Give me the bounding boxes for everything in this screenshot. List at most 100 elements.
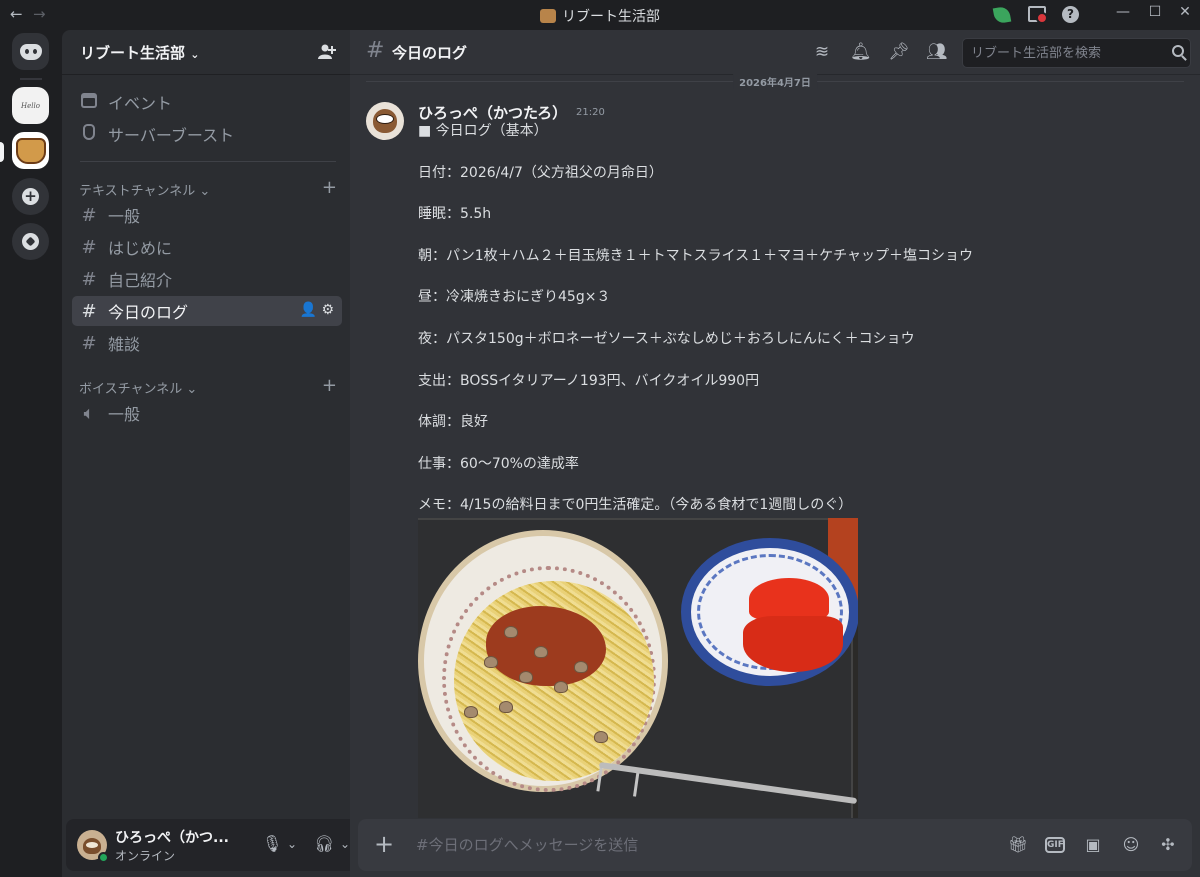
voice-channel-category[interactable]: ボイスチャンネル ⌄ +: [79, 375, 337, 397]
sidebar-divider: [80, 161, 336, 162]
message-line: 体調：良好: [418, 414, 488, 431]
tomato-bowl: [681, 538, 858, 686]
online-status-dot: [98, 852, 109, 863]
search-box[interactable]: [962, 38, 1191, 68]
channel-title: 今日のログ: [392, 44, 468, 62]
invite-user-icon[interactable]: [318, 43, 336, 61]
channel-sidebar: リブート生活部 ⌄ イベント サーバーブースト テキストチャンネル ⌄ + # 一…: [62, 30, 404, 877]
message-line: メモ：4/15の給料日まで0円生活確定。（今ある食材で1週間しのぐ）: [418, 497, 853, 514]
screen-share-icon[interactable]: [1028, 6, 1048, 24]
channel-header: # 今日のログ ≋ 🔔︎ 📌︎ 👥︎: [350, 30, 1200, 75]
server-1-label: Hello: [21, 101, 40, 110]
close-button[interactable]: ✕: [1170, 4, 1200, 20]
channel-label: 自己紹介: [108, 271, 173, 290]
title-bar: ← → リブート生活部 ? — ☐ ✕: [0, 0, 1200, 30]
message-line: 朝：パン1枚＋ハム２＋目玉焼き１＋トマトスライス１＋マヨ＋ケチャップ＋塩コショウ: [418, 247, 974, 264]
emoji-icon[interactable]: ☺: [1121, 835, 1141, 855]
message-composer: + 🎁︎ GIF ▣ ☺ ✣: [358, 819, 1192, 871]
invite-user-icon[interactable]: 👤: [300, 302, 317, 318]
attached-food-photo[interactable]: [418, 518, 858, 818]
chevron-down-icon[interactable]: ⌄: [287, 837, 297, 851]
search-icon[interactable]: [1172, 45, 1184, 57]
hash-icon: #: [81, 236, 97, 258]
chevron-down-icon: ⌄: [190, 48, 200, 61]
boost-icon: [83, 123, 95, 140]
server-icon-1[interactable]: Hello: [12, 87, 49, 124]
members-icon[interactable]: 👥︎: [926, 42, 948, 62]
channel-label: はじめに: [108, 239, 173, 258]
search-input[interactable]: [963, 39, 1163, 67]
guild-header[interactable]: リブート生活部 ⌄: [62, 30, 350, 75]
hash-icon: #: [81, 300, 97, 322]
chevron-down-icon[interactable]: ⌄: [340, 837, 350, 851]
channel-item[interactable]: # はじめに: [72, 232, 342, 262]
explore-button[interactable]: [12, 223, 49, 260]
apps-icon[interactable]: ✣: [1158, 835, 1178, 855]
selected-server-pill: [0, 142, 4, 162]
minimize-button[interactable]: —: [1108, 4, 1138, 20]
message-author[interactable]: ひろっぺ（かつたろ）: [418, 102, 567, 123]
bell-icon[interactable]: 🔔︎: [850, 42, 872, 62]
microphone-icon[interactable]: 🎙︎: [262, 834, 282, 853]
add-server-button[interactable]: +: [12, 178, 49, 215]
plus-icon: +: [22, 188, 39, 205]
discord-logo-icon: [19, 43, 42, 60]
window-title: リブート生活部: [0, 6, 1200, 26]
pin-icon[interactable]: 📌︎: [888, 42, 910, 62]
home-button[interactable]: [12, 33, 49, 70]
category-label: ボイスチャンネル: [79, 382, 183, 397]
headphones-icon[interactable]: 🎧︎: [314, 834, 334, 853]
channel-item[interactable]: # 一般: [72, 200, 342, 230]
help-icon[interactable]: ?: [1062, 6, 1079, 23]
server-mini-icon: [540, 9, 556, 23]
chevron-down-icon: ⌄: [186, 382, 198, 397]
chat-area: # 今日のログ ≋ 🔔︎ 📌︎ 👥︎ 2026年4月7日 ひろっぺ（かつたろ） …: [350, 30, 1200, 877]
create-channel-icon[interactable]: +: [322, 375, 337, 396]
message-content: ■ 今日ログ（基本） 日付：2026/4/7（父方祖父の月命日） 睡眠：5.5h…: [418, 121, 1178, 516]
message-input[interactable]: [416, 831, 976, 859]
gif-button[interactable]: GIF: [1045, 837, 1065, 853]
category-label: テキストチャンネル: [79, 184, 196, 199]
channel-item[interactable]: # 自己紹介: [72, 264, 342, 294]
message-timestamp: 21:20: [576, 107, 605, 118]
chevron-down-icon: ⌄: [199, 184, 211, 199]
server-2-logo: [15, 137, 46, 164]
discord-app: ← → リブート生活部 ? — ☐ ✕ Hello + リブート生活部 ⌄ イベ…: [0, 0, 1200, 877]
date-divider-text: 2026年4月7日: [733, 74, 817, 89]
hash-icon: #: [81, 332, 97, 354]
message-line: 夜：パスタ150g＋ボロネーゼソース＋ぶなしめじ＋おろしにんにく＋コショウ: [418, 330, 915, 347]
boost-label: サーバーブースト: [108, 126, 235, 145]
hash-icon: #: [81, 268, 97, 290]
maximize-button[interactable]: ☐: [1140, 4, 1170, 20]
speaker-icon: 🔈︎: [83, 402, 95, 424]
server-list: Hello +: [0, 30, 62, 877]
channel-label: 一般: [108, 207, 141, 226]
attach-plus-icon[interactable]: +: [374, 830, 394, 858]
hash-icon: #: [366, 38, 385, 63]
threads-icon[interactable]: ≋: [812, 42, 832, 62]
server-separator: [20, 78, 42, 80]
date-divider: 2026年4月7日: [366, 74, 1184, 89]
text-channel-category[interactable]: テキストチャンネル ⌄ +: [79, 177, 337, 199]
message-line: 昼：冷凍焼きおにぎり45g×３: [418, 289, 611, 306]
message-line: 日付：2026/4/7（父方祖父の月命日）: [418, 164, 663, 181]
gift-icon[interactable]: 🎁︎: [1008, 835, 1028, 855]
gear-icon[interactable]: ⚙: [321, 302, 334, 318]
compass-icon: [22, 233, 39, 250]
channel-label: 一般: [108, 405, 141, 424]
avatar[interactable]: [366, 102, 404, 140]
message-line: 支出：BOSSイタリアーノ193円、バイクオイル990円: [418, 372, 760, 389]
create-channel-icon[interactable]: +: [322, 177, 337, 198]
sticker-icon[interactable]: ▣: [1083, 835, 1103, 855]
user-status: オンライン: [115, 849, 176, 863]
voice-channel-item[interactable]: 🔈︎ 一般: [72, 398, 342, 428]
hash-icon: #: [81, 204, 97, 226]
channel-label: 雑談: [108, 335, 141, 354]
channel-item-active[interactable]: # 今日のログ 👤 ⚙: [72, 296, 342, 326]
pasta-plate: [418, 530, 668, 792]
channel-item[interactable]: # 雑談: [72, 328, 342, 358]
server-icon-2[interactable]: [12, 132, 49, 169]
server-boost-item[interactable]: サーバーブースト: [72, 119, 342, 149]
events-item[interactable]: イベント: [72, 87, 342, 117]
user-name[interactable]: ひろっぺ（かつ...: [115, 827, 229, 847]
